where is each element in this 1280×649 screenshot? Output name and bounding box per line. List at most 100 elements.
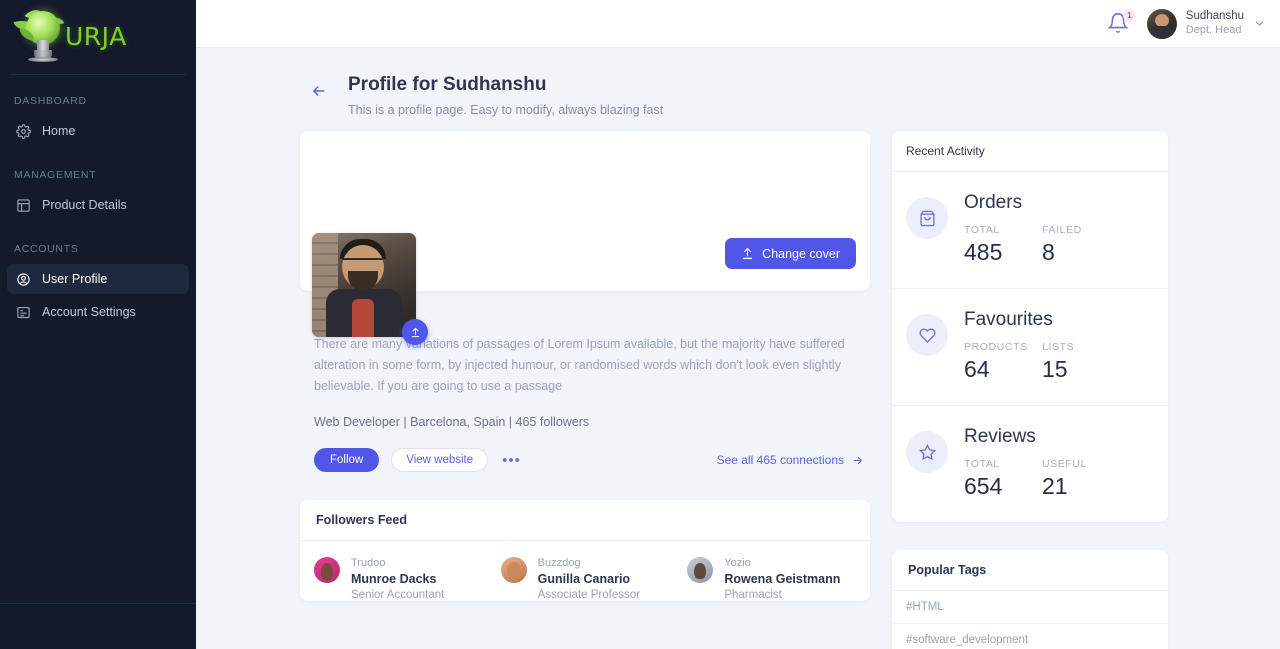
page-title: Profile for Sudhanshu [348,74,547,95]
stat-key: TOTAL [964,224,1000,236]
list-item[interactable]: Buzzdog Gunilla Canario Associate Profes… [500,557,670,601]
see-all-connections-label: See all 465 connections [716,453,844,467]
page-content: Profile for Sudhanshu This is a profile … [196,48,1280,649]
sidebar-section-accounts-label: ACCOUNTS [14,243,79,255]
sidebar-item-label: Product Details [42,198,127,212]
profile-avatar [312,233,416,337]
page-header: Profile for Sudhanshu This is a profile … [300,64,1176,131]
upload-icon [411,327,419,337]
followers-list: Trudoo Munroe Dacks Senior Accountant Bu… [300,541,870,601]
follower-handle: Buzzdog [537,557,581,569]
arrow-left-icon[interactable] [310,82,328,100]
profile-cover-card: Change cover [300,131,870,345]
tag-item[interactable]: #software_development [892,624,1168,649]
follower-name: Munroe Dacks [351,572,437,586]
page-subtitle: This is a profile page. Easy to modify, … [348,103,664,117]
sidebar-section-management-label: MANAGEMENT [14,169,97,181]
activity-group-reviews: Reviews TOTAL 654 USEFUL 21 [892,406,1168,522]
top-bar: 1 Sudhanshu Dept. Head [196,0,1280,48]
user-circle-icon [17,272,30,286]
list-item[interactable]: Yozio Rowena Geistmann Pharmacist [687,557,856,601]
followers-feed-card: Followers Feed Trudoo Munroe Dacks Senio… [300,500,870,601]
avatar [1146,8,1177,39]
stat-value: 64 [964,356,990,382]
profile-avatar-wrap [312,233,428,345]
sidebar-item-user-profile[interactable]: User Profile [7,264,189,294]
list-item[interactable]: Trudoo Munroe Dacks Senior Accountant [314,557,483,601]
stat: FAILED 8 [1042,224,1120,266]
stat: TOTAL 485 [964,224,1042,266]
card-list-icon [17,306,30,318]
avatar [500,557,527,583]
stat-value: 21 [1042,473,1068,499]
green-lightbulb-leaf-logo-icon [13,5,70,65]
see-all-connections-link[interactable]: See all 465 connections [717,453,864,467]
stat: PRODUCTS 64 [964,341,1042,383]
recent-activity-card: Recent Activity Orders TOTAL 485 FAILED … [892,131,1168,522]
user-meta: Sudhanshu Dept. Head [1186,9,1244,37]
view-website-button[interactable]: View website [391,448,489,472]
stat-value: 485 [964,239,1003,265]
stat-key: FAILED [1042,224,1082,236]
change-cover-button[interactable]: Change cover [725,238,856,269]
followers-feed-title: Followers Feed [300,500,870,541]
brand-name: URJA [65,21,127,51]
sidebar-section-dashboard-label: DASHBOARD [14,95,87,107]
activity-stats: TOTAL 485 FAILED 8 [964,224,1120,266]
follower-job: Senior Accountant [351,589,445,601]
profile-meta: Web Developer | Barcelona, Spain | 465 f… [314,415,590,429]
stat: USEFUL 21 [1042,458,1120,500]
brand-logo[interactable]: URJA [0,0,196,72]
follower-name: Gunilla Canario [537,572,631,586]
user-role: Dept. Head [1185,23,1242,36]
user-menu[interactable]: Sudhanshu Dept. Head [1146,8,1266,39]
two-column-layout: Change cover Su [300,131,1176,649]
stat-key: LISTS [1042,341,1075,353]
popular-tags-title: Popular Tags [892,550,1168,591]
follower-handle: Yozio [724,557,751,569]
avatar [314,557,340,583]
follower-name: Rowena Geistmann [724,572,841,586]
popular-tags-card: Popular Tags #HTML #software_development… [892,550,1168,649]
stat: LISTS 15 [1042,341,1120,383]
upload-icon [743,247,753,259]
profile-bio: There are many variations of passages of… [314,337,845,393]
recent-activity-title: Recent Activity [892,131,1168,172]
more-options-icon[interactable]: ••• [502,453,521,468]
sidebar-item-label: User Profile [42,272,108,286]
chevron-down-icon[interactable] [1253,17,1266,30]
avatar-upload-button[interactable] [402,319,428,345]
stat-value: 8 [1042,239,1055,265]
shopping-bag-icon [906,197,948,239]
follow-button[interactable]: Follow [314,448,380,472]
left-column: Change cover Su [300,131,870,601]
notification-badge: 1 [1122,8,1136,22]
star-icon [906,431,948,473]
sidebar-item-product-details[interactable]: Product Details [7,190,189,220]
avatar [687,557,714,583]
profile-actions: Follow View website ••• See all 465 conn… [314,448,870,472]
user-name: Sudhanshu [1185,10,1244,23]
sidebar-item-home[interactable]: Home [7,116,189,146]
stat-key: TOTAL [964,458,1000,470]
stat-key: PRODUCTS [964,341,1028,353]
notifications-button[interactable]: 1 [1106,8,1136,36]
arrow-right-icon [853,456,863,464]
activity-group-favourites: Favourites PRODUCTS 64 LISTS 15 [892,289,1168,406]
sidebar-item-label: Home [42,124,76,138]
activity-title: Orders [964,192,1023,213]
heart-icon [906,314,948,356]
sidebar-item-label: Account Settings [42,305,136,319]
sidebar: URJA DASHBOARD Home MANAGEMENT Product D… [0,0,196,649]
stat-value: 15 [1042,356,1068,382]
gear-icon [16,123,31,139]
app-root: URJA DASHBOARD Home MANAGEMENT Product D… [0,0,1280,649]
sidebar-bottom-divider [0,603,196,604]
table-icon [17,198,30,212]
main-area: 1 Sudhanshu Dept. Head Profile for Sudha… [196,0,1280,649]
activity-title: Reviews [964,426,1036,447]
sidebar-item-account-settings[interactable]: Account Settings [7,297,189,327]
follower-job: Associate Professor [537,589,640,601]
tag-item[interactable]: #HTML [892,591,1168,624]
change-cover-label: Change cover [762,246,840,261]
